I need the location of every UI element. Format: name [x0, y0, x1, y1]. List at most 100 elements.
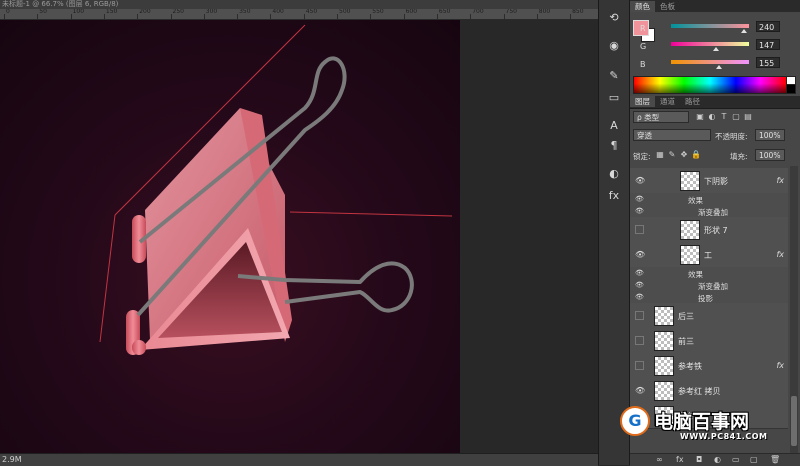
ruler-label: 450	[305, 9, 318, 15]
top-ruler[interactable]: 0 50 100 150 200 250 300 350 400 450 500 550 600 650 7…	[0, 9, 600, 20]
effect-eye-icon[interactable]: 👁	[635, 269, 644, 277]
layer-thumbnail[interactable]	[680, 245, 700, 265]
layer-row[interactable]: 👁 工 fx	[630, 242, 788, 268]
color-wheel-icon[interactable]: ◐	[605, 166, 623, 182]
layer-name[interactable]: 前三	[678, 336, 694, 347]
opacity-input[interactable]: 100%	[755, 129, 785, 141]
ruler-label: 850	[572, 9, 584, 15]
tab-layers[interactable]: 图层	[630, 96, 655, 107]
layer-filter-row: ρ 类型 ▣ ◐ T ▢ ▤	[633, 111, 797, 125]
right-panels: 颜色 色板 R 240 G 147 B 155 图层 通道 路径 ρ 类型 ▣ …	[630, 0, 800, 466]
layer-thumbnail[interactable]	[680, 220, 700, 240]
tab-swatches[interactable]: 色板	[655, 1, 680, 12]
document-canvas[interactable]	[0, 20, 460, 453]
layer-name[interactable]: 下阴影	[704, 176, 728, 187]
tab-channels[interactable]: 通道	[655, 96, 680, 107]
ruler-tick	[237, 14, 239, 19]
swatch-icon[interactable]: ▭	[605, 90, 623, 106]
black-swatch[interactable]	[786, 84, 796, 94]
visibility-toggle[interactable]	[635, 311, 644, 320]
channel-g-thumb[interactable]	[713, 47, 720, 51]
channel-b-input[interactable]: 155	[756, 57, 780, 68]
layer-thumbnail[interactable]	[654, 331, 674, 351]
visibility-toggle[interactable]	[635, 225, 644, 234]
paragraph-icon[interactable]: ¶	[605, 138, 623, 154]
layer-thumbnail[interactable]	[654, 356, 674, 376]
effect-row[interactable]: 👁 投影	[630, 291, 788, 303]
effect-row[interactable]: 👁 渐变叠加	[630, 205, 788, 217]
effect-row[interactable]: 👁 效果	[630, 193, 788, 205]
channel-b-thumb[interactable]	[715, 65, 722, 69]
tab-paths[interactable]: 路径	[680, 96, 705, 107]
layer-thumbnail[interactable]	[654, 306, 674, 326]
layer-row[interactable]: 形状 7	[630, 217, 788, 243]
tab-color[interactable]: 颜色	[630, 1, 655, 12]
blend-mode-select[interactable]: 穿透	[633, 129, 711, 141]
visibility-eye-icon[interactable]: 👁	[635, 176, 645, 185]
lock-row: 锁定: ▦ ✎ ✥ 🔒 填充: 100%	[633, 149, 797, 163]
link-icon[interactable]: ∞	[656, 455, 663, 464]
channel-g-input[interactable]: 147	[756, 39, 780, 50]
effect-row[interactable]: 👁 渐变叠加	[630, 279, 788, 291]
channel-r-thumb[interactable]	[741, 29, 748, 33]
channel-r-slider[interactable]	[671, 24, 749, 33]
visibility-toggle[interactable]	[635, 361, 644, 370]
history-icon[interactable]: ⟲	[605, 10, 623, 26]
lock-move-icon[interactable]: ✥	[679, 150, 689, 160]
filter-type-icon[interactable]: T	[719, 112, 729, 122]
layer-name[interactable]: 后三	[678, 311, 694, 322]
layer-row[interactable]: 后三	[630, 303, 788, 329]
ruler-label: 400	[272, 9, 284, 15]
filter-smart-icon[interactable]: ▤	[743, 112, 753, 122]
trash-icon[interactable]: 🗑	[770, 455, 780, 464]
layer-effects-icon[interactable]: fx	[776, 361, 784, 370]
lock-all-icon[interactable]: 🔒	[691, 150, 701, 160]
layer-row[interactable]: 👁 下阴影 fx	[630, 168, 788, 194]
character-icon[interactable]: A	[605, 118, 623, 134]
visibility-eye-icon[interactable]: 👁	[635, 250, 645, 259]
properties-icon[interactable]: ◉	[605, 38, 623, 54]
ruler-tick	[536, 14, 538, 19]
filter-shape-icon[interactable]: ▢	[731, 112, 741, 122]
effect-eye-icon[interactable]: 👁	[635, 195, 644, 203]
layer-thumbnail[interactable]	[680, 171, 700, 191]
canvas-area[interactable]	[0, 20, 598, 453]
layer-name[interactable]: 形状 7	[704, 225, 728, 236]
layer-thumbnail[interactable]	[654, 381, 674, 401]
fx-icon[interactable]: fx	[676, 455, 684, 464]
layer-effects-icon[interactable]: fx	[776, 176, 784, 185]
layer-row[interactable]: 参考铁 fx	[630, 353, 788, 379]
visibility-eye-icon[interactable]: 👁	[635, 386, 645, 395]
layer-name[interactable]: 工	[704, 250, 712, 261]
mask-icon[interactable]: ◘	[696, 455, 702, 464]
new-layer-icon[interactable]: ▢	[750, 455, 758, 464]
layer-row[interactable]: 前三	[630, 328, 788, 354]
fill-input[interactable]: 100%	[755, 149, 785, 161]
layer-effects-icon[interactable]: fx	[776, 250, 784, 259]
layer-filter-select[interactable]: ρ 类型	[633, 111, 689, 123]
fx-icon[interactable]: fx	[605, 188, 623, 204]
channel-r-input[interactable]: 240	[756, 21, 780, 32]
effect-eye-icon[interactable]: 👁	[635, 281, 644, 289]
effect-eye-icon[interactable]: 👁	[635, 207, 644, 215]
color-spectrum[interactable]	[633, 76, 787, 94]
watermark-logo: G	[620, 406, 650, 436]
brush-icon[interactable]: ✎	[605, 68, 623, 84]
ruler-label: 600	[405, 9, 418, 15]
filter-pixel-icon[interactable]: ▣	[695, 112, 705, 122]
lock-transparent-icon[interactable]: ▦	[655, 150, 665, 160]
effect-row[interactable]: 👁 效果	[630, 267, 788, 279]
layer-name[interactable]: 参考铁	[678, 361, 702, 372]
layer-row[interactable]: 👁 参考红 拷贝	[630, 378, 788, 404]
group-icon[interactable]: ▭	[732, 455, 740, 464]
visibility-toggle[interactable]	[635, 336, 644, 345]
lock-brush-icon[interactable]: ✎	[667, 150, 677, 160]
filter-adjust-icon[interactable]: ◐	[707, 112, 717, 122]
channel-g-slider[interactable]	[671, 42, 749, 51]
effect-eye-icon[interactable]: 👁	[635, 293, 644, 301]
ruler-label: 250	[172, 9, 184, 15]
adjustment-icon[interactable]: ◐	[714, 455, 721, 464]
channel-b-slider[interactable]	[671, 60, 749, 69]
layer-name[interactable]: 参考红 拷贝	[678, 386, 721, 397]
document-tab[interactable]: 未标题-1 @ 66.7% (图层 6, RGB/8)	[0, 0, 600, 9]
